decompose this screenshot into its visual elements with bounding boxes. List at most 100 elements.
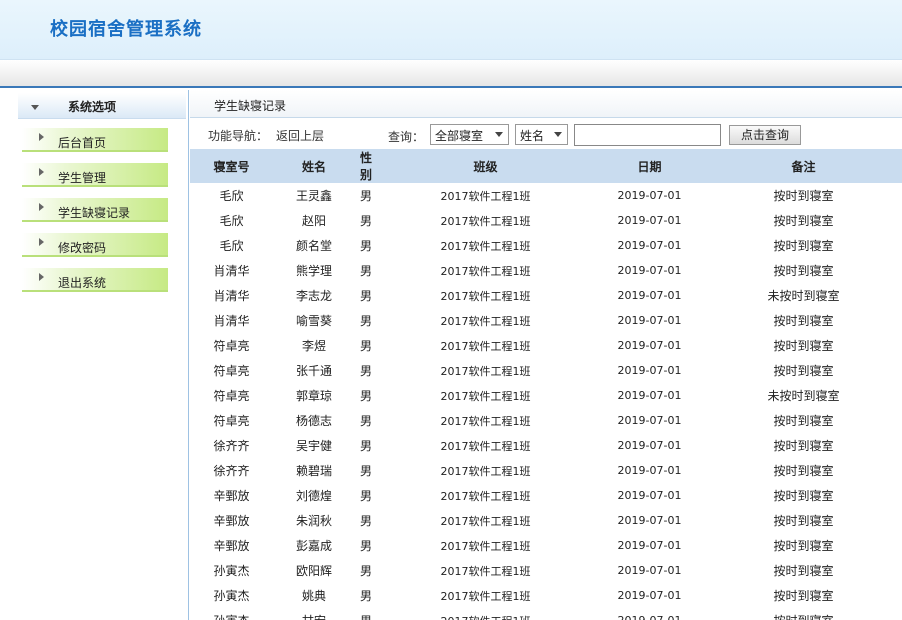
cell-remark: 未按时到寝室: [767, 289, 840, 303]
table-row: 辛鄄放 彭嘉成 男 2017软件工程1班 2019-07-01 按时到寝室: [190, 533, 902, 558]
page-title: 学生缺寝记录: [214, 99, 287, 113]
table-row: 毛欣 王灵鑫 男 2017软件工程1班 2019-07-01 按时到寝室: [190, 183, 902, 208]
cell-remark: 按时到寝室: [773, 564, 834, 578]
cell-room: 肖清华: [213, 289, 250, 303]
sidebar-item-students[interactable]: 学生管理: [22, 163, 168, 187]
arrow-right-icon: [39, 168, 44, 176]
cell-remark: 按时到寝室: [773, 589, 834, 603]
sidebar: 系统选项 后台首页 学生管理 学生缺寝记录 修改密码 退出系统: [0, 90, 189, 620]
cell-room: 符卓亮: [213, 414, 250, 428]
cell-gender: 男: [359, 564, 372, 578]
top-band: [0, 60, 902, 88]
cell-remark: 按时到寝室: [773, 214, 834, 228]
cell-name: 张千通: [295, 364, 332, 378]
sidebar-item-label: 修改密码: [58, 241, 107, 255]
cell-remark: 按时到寝室: [773, 239, 834, 253]
cell-name: 郭章琼: [295, 389, 332, 403]
cell-name: 喻雪葵: [295, 314, 332, 328]
cell-gender: 男: [355, 608, 377, 620]
table-row: 肖清华 熊学理 男 2017软件工程1班 2019-07-01 按时到寝室: [190, 258, 902, 283]
sidebar-title: 系统选项: [68, 100, 117, 114]
column-header-date: 日期: [594, 149, 705, 183]
cell-room: 毛欣: [219, 239, 244, 253]
field-select[interactable]: 姓名: [515, 124, 568, 145]
chevron-down-icon: [554, 132, 562, 137]
app-header: 校园宿舍管理系统: [0, 0, 902, 60]
cell-remark: 按时到寝室: [773, 514, 834, 528]
cell-room: 孙寅杰: [213, 589, 250, 603]
query-label: 查询：: [388, 130, 425, 144]
back-link[interactable]: 返回上层: [276, 127, 324, 144]
cell-remark: 未按时到寝室: [767, 389, 840, 403]
cell-remark: 按时到寝室: [773, 339, 834, 353]
cell-name: 朱润秋: [295, 514, 332, 528]
cell-date: 2019-07-01: [617, 339, 682, 352]
cell-gender: 男: [359, 439, 372, 453]
cell-class: 2017软件工程1班: [440, 489, 531, 503]
cell-date: 2019-07-01: [617, 264, 682, 277]
table-row: 孙寅杰 姚典 男 2017软件工程1班 2019-07-01 按时到寝室: [190, 583, 902, 608]
arrow-right-icon: [39, 238, 44, 246]
cell-gender: 男: [359, 464, 372, 478]
table-row: 符卓亮 张千通 男 2017软件工程1班 2019-07-01 按时到寝室: [190, 358, 902, 383]
cell-class: 2017软件工程1班: [440, 364, 531, 378]
search-input[interactable]: [574, 124, 721, 146]
column-header-gender: 性别: [355, 149, 377, 183]
cell-class: 2017软件工程1班: [440, 314, 531, 328]
sidebar-item-logout[interactable]: 退出系统: [22, 268, 168, 292]
cell-room: 符卓亮: [213, 339, 250, 353]
table-row: 孙寅杰甘宏男2017软件工程1班2019-07-01按时到寝室: [190, 608, 902, 620]
sidebar-item-label: 后台首页: [58, 136, 107, 150]
cell-remark: 按时到寝室: [773, 539, 834, 553]
search-button[interactable]: 点击查询: [729, 125, 801, 145]
cell-room: 辛鄄放: [213, 489, 250, 503]
table-row: 肖清华 李志龙 男 2017软件工程1班 2019-07-01 未按时到寝室: [190, 283, 902, 308]
chevron-down-icon: [495, 132, 503, 137]
cell-gender: 男: [359, 389, 372, 403]
toolbar: 功能导航： 返回上层 查询： 全部寝室 姓名 点击查询: [190, 120, 902, 148]
cell-name: 颜名堂: [295, 239, 332, 253]
cell-class: 2017软件工程1班: [440, 214, 531, 228]
cell-date: 2019-07-01: [617, 514, 682, 527]
room-select[interactable]: 全部寝室: [430, 124, 509, 145]
main-content: 学生缺寝记录 功能导航： 返回上层 查询： 全部寝室 姓名 点击查询 寝室号 姓…: [190, 90, 902, 620]
cell-gender: 男: [359, 339, 372, 353]
cell-gender: 男: [359, 364, 372, 378]
cell-date: 2019-07-01: [617, 464, 682, 477]
cell-class: 2017软件工程1班: [440, 189, 531, 203]
cell-remark: 按时到寝室: [705, 608, 902, 620]
cell-date: 2019-07-01: [617, 539, 682, 552]
room-select-value: 全部寝室: [435, 129, 484, 143]
cell-name: 甘宏: [273, 608, 355, 620]
app-title: 校园宿舍管理系统: [50, 19, 202, 40]
cell-room: 徐齐齐: [213, 464, 250, 478]
table-row: 毛欣 赵阳 男 2017软件工程1班 2019-07-01 按时到寝室: [190, 208, 902, 233]
cell-date: 2019-07-01: [617, 364, 682, 377]
table-row: 毛欣 颜名堂 男 2017软件工程1班 2019-07-01 按时到寝室: [190, 233, 902, 258]
cell-gender: 男: [359, 264, 372, 278]
cell-remark: 按时到寝室: [773, 189, 834, 203]
field-select-value: 姓名: [520, 129, 545, 143]
cell-date: 2019-07-01: [617, 489, 682, 502]
sidebar-item-absence-records[interactable]: 学生缺寝记录: [22, 198, 168, 222]
cell-name: 彭嘉成: [295, 539, 332, 553]
column-header-class: 班级: [377, 149, 594, 183]
arrow-right-icon: [39, 273, 44, 281]
sidebar-item-change-password[interactable]: 修改密码: [22, 233, 168, 257]
cell-remark: 按时到寝室: [773, 464, 834, 478]
column-header-room: 寝室号: [190, 149, 273, 183]
sidebar-header[interactable]: 系统选项: [18, 93, 186, 119]
cell-gender: 男: [359, 314, 372, 328]
cell-class: 2017软件工程1班: [440, 414, 531, 428]
cell-gender: 男: [359, 214, 372, 228]
cell-name: 熊学理: [295, 264, 332, 278]
cell-class: 2017软件工程1班: [440, 389, 531, 403]
table-row: 符卓亮 杨德志 男 2017软件工程1班 2019-07-01 按时到寝室: [190, 408, 902, 433]
table-header-row: 寝室号 姓名 性别 班级 日期 备注: [190, 149, 902, 183]
table-row: 辛鄄放 朱润秋 男 2017软件工程1班 2019-07-01 按时到寝室: [190, 508, 902, 533]
sidebar-item-label: 学生缺寝记录: [58, 206, 131, 220]
cell-room: 徐齐齐: [213, 439, 250, 453]
cell-name: 吴宇健: [295, 439, 332, 453]
collapse-triangle-icon: [31, 105, 39, 110]
sidebar-item-home[interactable]: 后台首页: [22, 128, 168, 152]
